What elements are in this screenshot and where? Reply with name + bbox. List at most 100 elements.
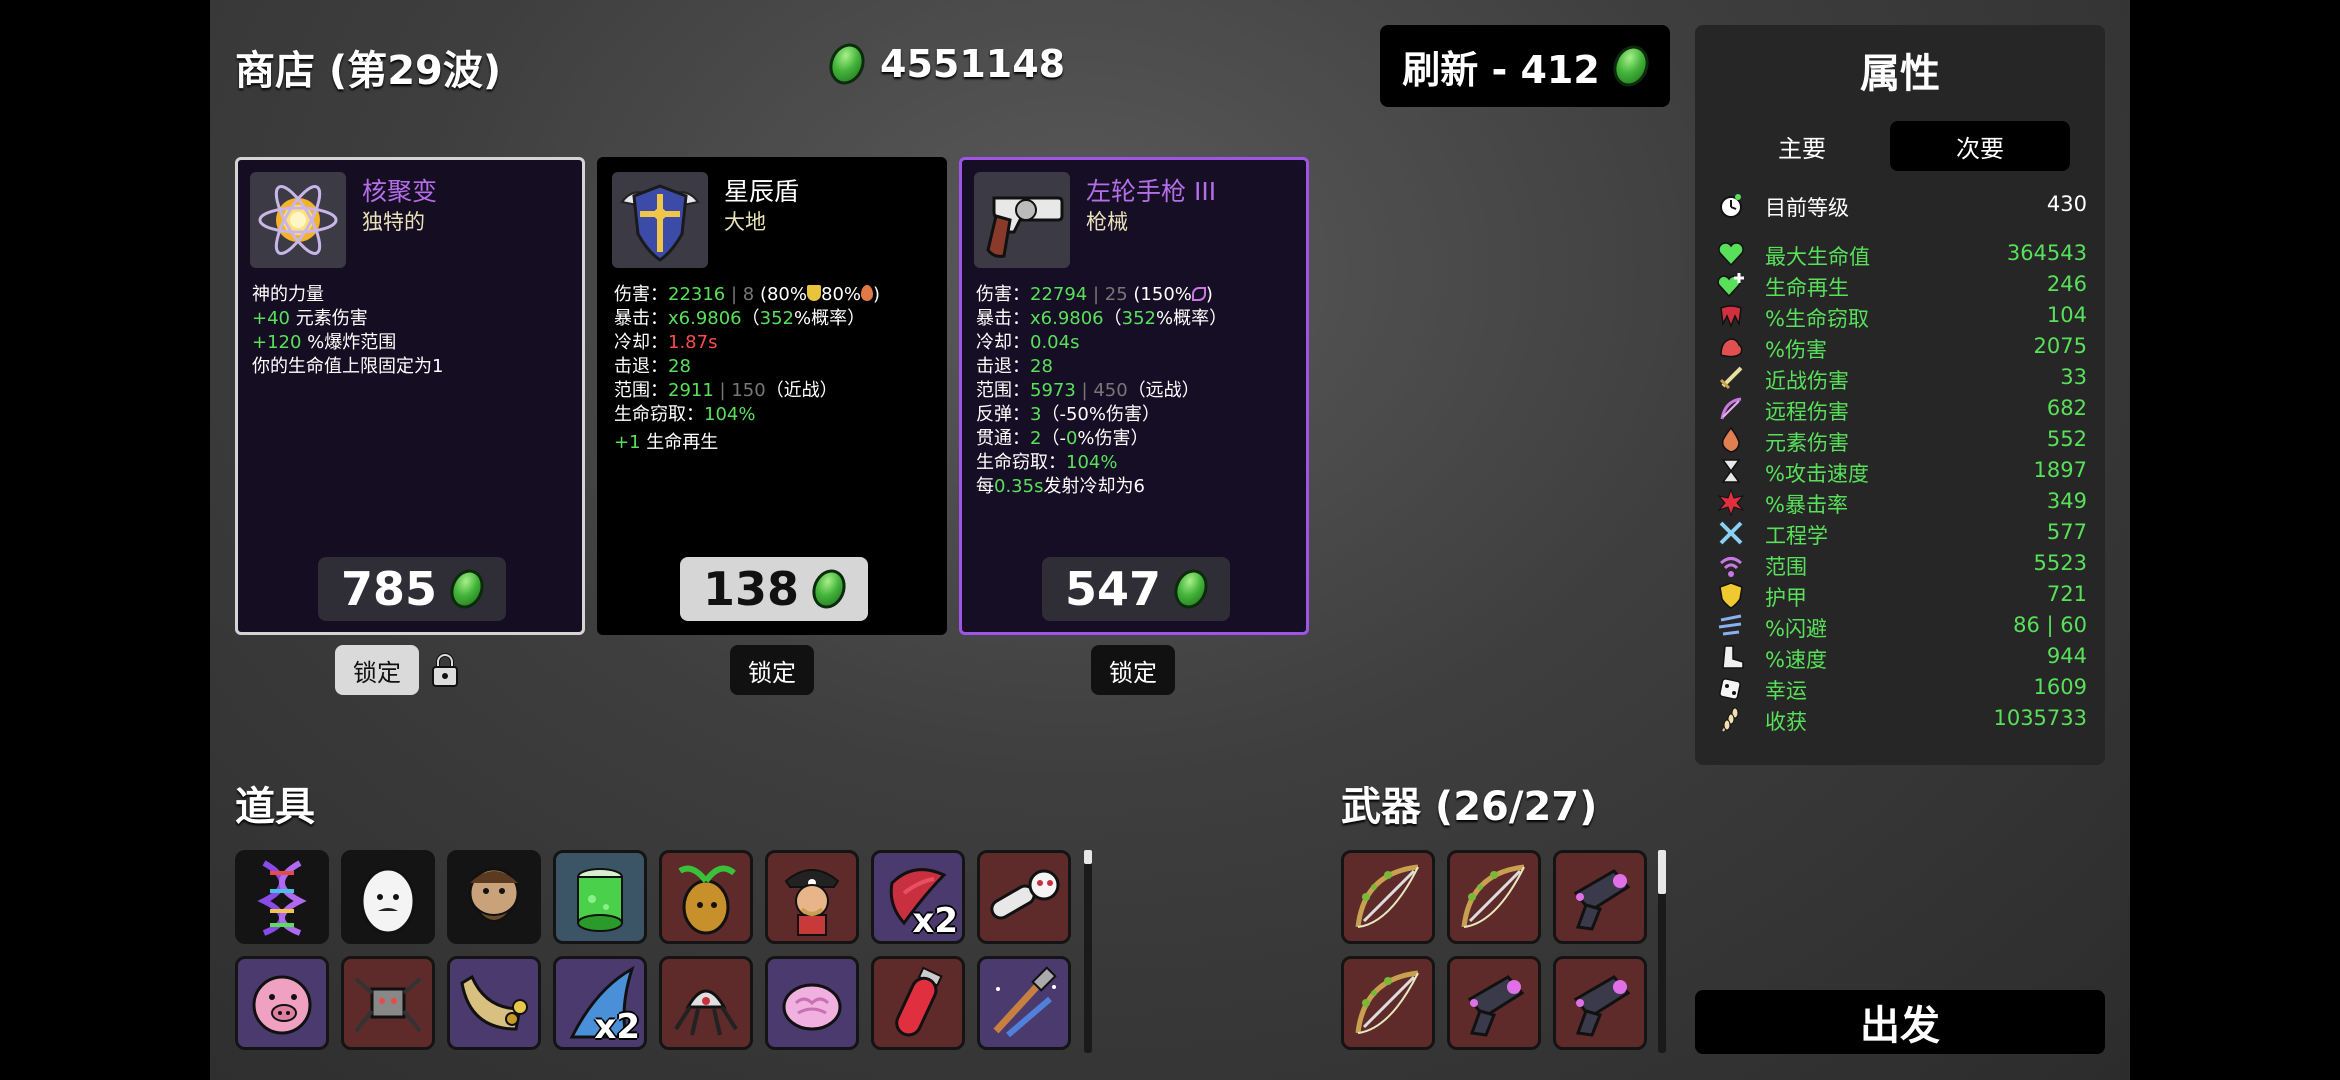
stats-panel: 属性 主要 次要 目前等级 430 最大生命值 364543 生命再生 246 %生命窃…	[1695, 25, 2105, 765]
item-type: 独特的	[362, 210, 425, 234]
items-scrollbar[interactable]	[1084, 850, 1092, 1053]
desc-line: +40 元素伤害	[252, 308, 368, 329]
item-name: 左轮手枪 III	[1086, 177, 1217, 206]
dice-icon	[1717, 674, 1745, 702]
stat-value: 944	[2046, 644, 2087, 668]
item-slot[interactable]	[447, 956, 541, 1050]
weapon-slot[interactable]	[1553, 956, 1647, 1050]
item-slot[interactable]	[765, 850, 859, 944]
items-scroll-thumb[interactable]	[1084, 850, 1092, 864]
weapon-stats: 伤害：22316 | 8 (80% 80%) 暴击：x6.9806（352%概率）…	[614, 283, 936, 455]
stat-row-level: 目前等级 430	[1717, 190, 2087, 220]
stat-row: 远程伤害 682	[1717, 394, 2087, 424]
stat-row: 范围 5523	[1717, 549, 2087, 579]
item-slot[interactable]	[447, 850, 541, 944]
price-value: 138	[702, 562, 800, 616]
stat-row: %闪避 86 | 60	[1717, 611, 2087, 641]
weapons-scrollbar[interactable]	[1658, 850, 1666, 1053]
buy-price-button[interactable]: 138	[680, 557, 868, 621]
revolver-icon	[974, 172, 1070, 268]
lock-button[interactable]: 锁定	[1091, 645, 1175, 695]
stat-cooldown: 冷却：1.87s	[614, 332, 718, 353]
stat-label: 生命再生	[1765, 276, 1849, 300]
heart-icon	[1717, 240, 1745, 268]
range-wave-icon	[1717, 550, 1745, 578]
stat-lifesteal: 生命窃取：104%	[614, 404, 756, 425]
stat-value: 552	[2046, 427, 2087, 451]
item-slot[interactable]	[977, 956, 1071, 1050]
tab-primary[interactable]: 主要	[1715, 121, 1889, 171]
stat-value: 721	[2046, 582, 2087, 606]
pirate-captain-icon	[768, 869, 856, 941]
stat-value: 1035733	[1993, 706, 2087, 730]
stat-value: 577	[2046, 520, 2087, 544]
material-icon	[823, 38, 871, 90]
stat-row: 元素伤害 552	[1717, 425, 2087, 455]
shop-card-revolver[interactable]: 左轮手枪 III 枪械 伤害：22794 | 25 (150%) 暴击：x6.9…	[959, 157, 1309, 635]
weapon-slot[interactable]	[1447, 850, 1541, 944]
items-section-title: 道具	[235, 784, 315, 830]
item-slot[interactable]: x2	[553, 956, 647, 1050]
item-name: 星辰盾	[724, 177, 800, 206]
reroll-button[interactable]: 刷新 - 412	[1380, 25, 1670, 107]
stat-label: 近战伤害	[1765, 369, 1849, 393]
level-label: 目前等级	[1765, 196, 1849, 220]
lock-button[interactable]: 锁定	[730, 645, 814, 695]
tab-secondary[interactable]: 次要	[1890, 121, 2070, 171]
stat-label: 工程学	[1765, 524, 1828, 548]
weapon-slot[interactable]	[1447, 956, 1541, 1050]
bow-icon	[1450, 864, 1538, 941]
item-type: 枪械	[1086, 210, 1128, 234]
stat-label: 幸运	[1765, 679, 1807, 703]
stat-row: 近战伤害 33	[1717, 363, 2087, 393]
buy-price-button[interactable]: 547	[1042, 557, 1230, 621]
stat-value: 1609	[2033, 675, 2087, 699]
flame-icon	[1717, 426, 1745, 454]
sword-icon	[1717, 364, 1745, 392]
stat-knockback: 击退：28	[614, 356, 691, 377]
stat-row: %暴击率 349	[1717, 487, 2087, 517]
pig-face-icon	[238, 975, 326, 1047]
stat-value: 86 | 60	[2013, 613, 2087, 637]
bow-stat-icon	[1717, 395, 1745, 423]
buy-price-button[interactable]: 785	[318, 557, 506, 621]
stat-value: 364543	[2006, 241, 2087, 265]
item-slot[interactable]	[765, 956, 859, 1050]
robot-spider-icon	[344, 977, 432, 1047]
item-slot[interactable]	[659, 956, 753, 1050]
item-slot[interactable]	[977, 850, 1071, 944]
item-slot[interactable]	[659, 850, 753, 944]
item-slot[interactable]	[235, 850, 329, 944]
hourglass-icon	[1717, 457, 1745, 485]
price-value: 547	[1064, 562, 1162, 616]
stat-damage: 伤害：22316 | 8 (80% 80%)	[614, 284, 881, 305]
lock-button[interactable]: 锁定	[335, 645, 419, 695]
item-slot[interactable]	[235, 956, 329, 1050]
stat-label: 范围	[1765, 555, 1807, 579]
weapons-scroll-thumb[interactable]	[1658, 850, 1666, 894]
stat-cooldown: 冷却：0.04s	[976, 332, 1080, 353]
shield-icon	[1717, 581, 1745, 609]
material-icon	[1607, 40, 1655, 92]
stat-bounce: 反弹：3（-50%伤害）	[976, 404, 1160, 425]
stat-row: 幸运 1609	[1717, 673, 2087, 703]
shop-card-nuclear-fusion[interactable]: 核聚变 独特的 神的力量 +40 元素伤害 +120 %爆炸范围 你的生命值上限…	[235, 157, 585, 635]
shop-card-star-shield[interactable]: 星辰盾 大地 伤害：22316 | 8 (80% 80%) 暴击：x6.9806（…	[597, 157, 947, 635]
item-slot[interactable]	[341, 850, 435, 944]
go-button[interactable]: 出发	[1695, 990, 2105, 1054]
stat-extra: +1 生命再生	[614, 432, 719, 453]
item-description: 神的力量 +40 元素伤害 +120 %爆炸范围 你的生命值上限固定为1	[252, 283, 574, 379]
item-slot[interactable]	[871, 956, 965, 1050]
stat-value: 33	[2060, 365, 2087, 389]
star-shield-icon	[612, 172, 708, 268]
item-slot[interactable]	[341, 956, 435, 1050]
weapon-slot[interactable]	[1553, 850, 1647, 944]
item-slot[interactable]: x2	[871, 850, 965, 944]
weapon-slot[interactable]	[1341, 850, 1435, 944]
stat-row: 工程学 577	[1717, 518, 2087, 548]
desc-line: +120 %爆炸范围	[252, 332, 397, 353]
element-scale-icon	[861, 285, 874, 301]
item-slot[interactable]	[553, 850, 647, 944]
weapon-slot[interactable]	[1341, 956, 1435, 1050]
stat-label: %暴击率	[1765, 493, 1848, 517]
